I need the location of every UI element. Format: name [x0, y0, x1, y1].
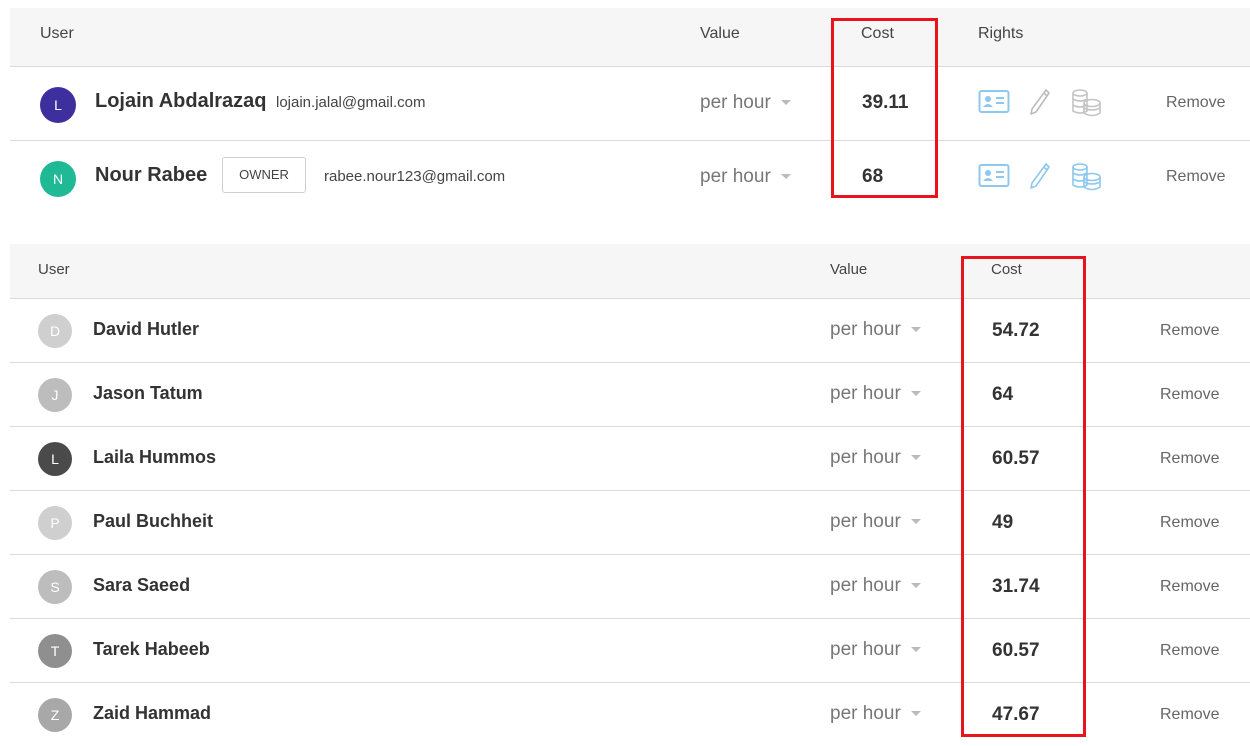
rate-type-dropdown[interactable]: per hour	[830, 511, 921, 533]
rate-type-dropdown[interactable]: per hour	[830, 703, 921, 725]
rights-icons	[978, 87, 1108, 123]
cost-value[interactable]: 60.57	[992, 448, 1040, 470]
remove-button[interactable]: Remove	[1166, 168, 1226, 186]
rate-type-label: per hour	[830, 575, 901, 596]
user-name: Jason Tatum	[93, 383, 203, 403]
table-row: N Nour Rabee OWNER rabee.nour123@gmail.c…	[10, 141, 1250, 214]
avatar: L	[38, 442, 72, 476]
table-row: D David Hutler per hour 54.72 Remove	[10, 299, 1250, 363]
cost-column-header: Cost	[991, 261, 1022, 278]
user-column-header: User	[40, 25, 74, 42]
rate-type-label: per hour	[830, 639, 901, 660]
rate-type-dropdown[interactable]: per hour	[830, 319, 921, 341]
remove-button[interactable]: Remove	[1160, 642, 1220, 660]
owner-badge: OWNER	[222, 157, 306, 193]
user-name: David Hutler	[93, 319, 200, 339]
user-name: Nour Rabee	[95, 164, 208, 186]
remove-button[interactable]: Remove	[1160, 514, 1220, 532]
rate-type-dropdown[interactable]: per hour	[830, 639, 921, 661]
cost-value[interactable]: 49	[992, 512, 1013, 534]
user-name: Sara Saeed	[93, 575, 191, 595]
table-row: Z Zaid Hammad per hour 47.67 Remove	[10, 683, 1250, 746]
rate-type-label: per hour	[830, 319, 901, 340]
avatar: L	[40, 87, 76, 123]
avatar: N	[40, 161, 76, 197]
rights-column-header: Rights	[978, 25, 1024, 42]
rate-type-label: per hour	[830, 447, 901, 468]
remove-button[interactable]: Remove	[1160, 706, 1220, 724]
rate-type-dropdown[interactable]: per hour	[700, 166, 791, 188]
chevron-down-icon	[780, 174, 791, 180]
value-column-header: Value	[700, 25, 740, 42]
remove-button[interactable]: Remove	[1160, 578, 1220, 596]
avatar: J	[38, 378, 72, 412]
rights-icons	[978, 161, 1108, 197]
pencil-icon[interactable]	[1028, 161, 1052, 191]
table-header: User Value Cost	[10, 244, 1250, 299]
user-name: Lojain Abdalrazaq	[95, 90, 267, 112]
user-email: rabee.nour123@gmail.com	[324, 168, 506, 185]
chevron-down-icon	[910, 519, 921, 525]
rate-type-label: per hour	[830, 511, 901, 532]
value-column-header: Value	[830, 261, 868, 278]
remove-button[interactable]: Remove	[1166, 94, 1226, 112]
coins-icon[interactable]	[1070, 87, 1104, 119]
avatar: S	[38, 570, 72, 604]
chevron-down-icon	[910, 711, 921, 717]
avatar: P	[38, 506, 72, 540]
remove-button[interactable]: Remove	[1160, 322, 1220, 340]
user-name: Paul Buchheit	[93, 511, 214, 531]
cost-value[interactable]: 47.67	[992, 704, 1040, 726]
users-table: User Value Cost D David Hutler per hour …	[10, 244, 1250, 746]
rate-type-label: per hour	[700, 92, 771, 113]
contact-card-icon[interactable]	[978, 161, 1010, 189]
remove-button[interactable]: Remove	[1160, 450, 1220, 468]
table-header: User Value Cost Rights	[10, 8, 1250, 67]
table-row: L Laila Hummos per hour 60.57 Remove	[10, 427, 1250, 491]
cost-value[interactable]: 64	[992, 384, 1013, 406]
avatar: Z	[38, 698, 72, 732]
cost-value[interactable]: 60.57	[992, 640, 1040, 662]
user-column-header: User	[38, 261, 70, 278]
team-members-table: User Value Cost Rights L Lojain Abdalraz…	[10, 8, 1250, 214]
avatar: D	[38, 314, 72, 348]
user-email: lojain.jalal@gmail.com	[276, 94, 426, 111]
rate-type-dropdown[interactable]: per hour	[830, 575, 921, 597]
chevron-down-icon	[910, 327, 921, 333]
table-row: J Jason Tatum per hour 64 Remove	[10, 363, 1250, 427]
rate-type-dropdown[interactable]: per hour	[830, 383, 921, 405]
cost-column-header: Cost	[861, 25, 894, 42]
cost-value[interactable]: 54.72	[992, 320, 1040, 342]
cost-value[interactable]: 31.74	[992, 576, 1040, 598]
avatar: T	[38, 634, 72, 668]
table-row: T Tarek Habeeb per hour 60.57 Remove	[10, 619, 1250, 683]
chevron-down-icon	[910, 647, 921, 653]
rate-type-label: per hour	[700, 166, 771, 187]
table-row: L Lojain Abdalrazaq lojain.jalal@gmail.c…	[10, 67, 1250, 141]
table-row: P Paul Buchheit per hour 49 Remove	[10, 491, 1250, 555]
pencil-icon[interactable]	[1028, 87, 1052, 117]
table-row: S Sara Saeed per hour 31.74 Remove	[10, 555, 1250, 619]
rate-type-dropdown[interactable]: per hour	[700, 92, 791, 114]
rate-type-dropdown[interactable]: per hour	[830, 447, 921, 469]
chevron-down-icon	[910, 391, 921, 397]
remove-button[interactable]: Remove	[1160, 386, 1220, 404]
user-name: Tarek Habeeb	[93, 639, 210, 659]
chevron-down-icon	[910, 455, 921, 461]
coins-icon[interactable]	[1070, 161, 1104, 193]
rate-type-label: per hour	[830, 703, 901, 724]
chevron-down-icon	[910, 583, 921, 589]
user-name: Laila Hummos	[93, 447, 217, 467]
user-name: Zaid Hammad	[93, 703, 212, 723]
rate-type-label: per hour	[830, 383, 901, 404]
cost-value[interactable]: 68	[862, 166, 883, 188]
chevron-down-icon	[780, 100, 791, 106]
contact-card-icon[interactable]	[978, 87, 1010, 115]
cost-value[interactable]: 39.11	[862, 92, 909, 114]
